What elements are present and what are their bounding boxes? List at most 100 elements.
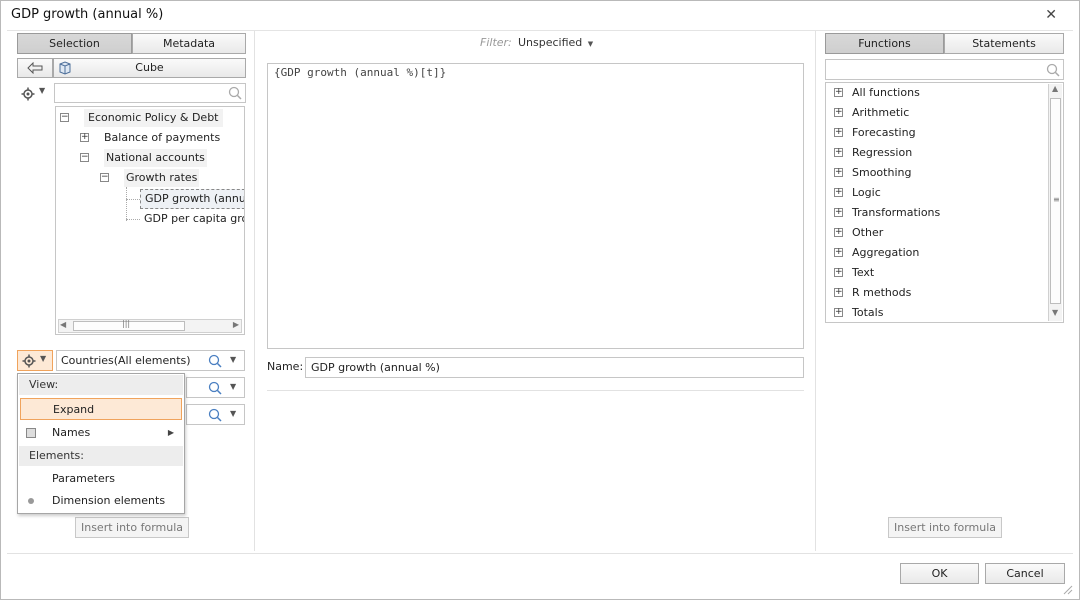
cube-icon: [59, 61, 71, 75]
functions-search-input[interactable]: [825, 59, 1064, 80]
tree-node-label: GDP growth (annual: [145, 192, 245, 205]
search-icon[interactable]: [208, 354, 222, 368]
chevron-down-icon: ▼: [39, 86, 46, 95]
menu-item-label: Names: [52, 426, 91, 439]
close-icon[interactable]: ✕: [1045, 7, 1057, 23]
tree-node-label: GDP per capita grow: [144, 212, 244, 225]
filter-dropdown[interactable]: Unspecified ▼: [518, 36, 593, 49]
scroll-left-icon[interactable]: ◀: [60, 320, 66, 329]
collapse-icon[interactable]: −: [100, 173, 109, 182]
menu-item-label: Dimension elements: [52, 494, 166, 507]
expand-icon[interactable]: +: [834, 288, 843, 297]
name-label: Name:: [267, 360, 304, 373]
expand-icon[interactable]: +: [834, 168, 843, 177]
tree-node-gdp-growth[interactable]: GDP growth (annual: [140, 189, 245, 209]
chevron-down-icon[interactable]: ▼: [230, 355, 236, 364]
formula-text: {GDP growth (annual %)[t]}: [274, 66, 447, 79]
expand-icon[interactable]: +: [834, 208, 843, 217]
search-icon[interactable]: [208, 381, 222, 395]
settings-menu: View: Expand Names ▶ Elements: Parameter…: [17, 373, 185, 514]
menu-item-expand[interactable]: Expand: [20, 398, 182, 420]
tree-node-label: Economic Policy & Debt: [84, 109, 223, 127]
search-icon[interactable]: [208, 408, 222, 422]
checkbox-icon: [26, 428, 36, 438]
settings-dropdown-top[interactable]: ▼: [21, 86, 51, 102]
dimension-field-text: Countries(All elements): [61, 354, 191, 367]
filter-value: Unspecified: [518, 36, 583, 49]
scroll-down-icon[interactable]: ▼: [1052, 308, 1058, 317]
tab-functions[interactable]: Functions: [825, 33, 944, 54]
formula-editor[interactable]: {GDP growth (annual %)[t]}: [267, 63, 804, 349]
vertical-scrollbar[interactable]: ▲ ≡ ▼: [1048, 84, 1062, 321]
ok-button[interactable]: OK: [900, 563, 979, 584]
menu-item-parameters[interactable]: Parameters: [20, 468, 182, 490]
expand-icon[interactable]: +: [834, 88, 843, 97]
chevron-down-icon: ▼: [40, 354, 47, 363]
functions-list: + All functions + Arithmetic + Forecasting …: [825, 82, 1064, 323]
insert-into-formula-right-button[interactable]: Insert into formula: [888, 517, 1002, 538]
grip-icon: ≡: [1053, 195, 1060, 204]
collapse-icon[interactable]: −: [80, 153, 89, 162]
expand-icon[interactable]: +: [80, 133, 89, 142]
expand-icon[interactable]: +: [834, 188, 843, 197]
tree-node-label: Balance of payments: [104, 131, 221, 144]
scroll-right-icon[interactable]: ▶: [233, 320, 239, 329]
expand-icon[interactable]: +: [834, 148, 843, 157]
expand-icon[interactable]: +: [834, 108, 843, 117]
dimension-field-2[interactable]: ▼: [186, 377, 245, 398]
grip-icon: |||: [122, 319, 131, 328]
menu-header-view: View:: [19, 375, 183, 395]
expand-icon[interactable]: +: [834, 228, 843, 237]
tab-metadata[interactable]: Metadata: [132, 33, 246, 54]
tab-selection[interactable]: Selection: [17, 33, 132, 54]
expand-icon[interactable]: +: [834, 248, 843, 257]
dimension-field-3[interactable]: ▼: [186, 404, 245, 425]
tree-search-input[interactable]: [54, 83, 246, 103]
metadata-tree: − Economic Policy & Debt + Balance of pa…: [55, 106, 245, 335]
collapse-icon[interactable]: −: [60, 113, 69, 122]
filter-label: Filter:: [480, 36, 512, 49]
tree-connector: [126, 219, 140, 220]
chevron-right-icon: ▶: [167, 428, 174, 437]
radio-dot-icon: [28, 498, 34, 504]
dialog-title: GDP growth (annual %): [11, 7, 164, 22]
scrollbar-thumb[interactable]: ≡: [1050, 98, 1061, 304]
horizontal-scrollbar[interactable]: ◀ ||| ▶: [58, 319, 242, 333]
search-icon: [228, 86, 242, 100]
gear-icon: [22, 354, 36, 368]
name-input-value: GDP growth (annual %): [311, 361, 440, 374]
left-divider: [254, 31, 255, 551]
title-divider: [7, 30, 1073, 31]
right-divider: [815, 31, 816, 551]
menu-header-elements: Elements:: [19, 446, 183, 466]
settings-dropdown-button[interactable]: ▼: [17, 350, 53, 371]
tab-statements[interactable]: Statements: [944, 33, 1064, 54]
expand-icon[interactable]: +: [834, 308, 843, 317]
resize-grip-icon[interactable]: [1063, 585, 1073, 595]
menu-item-names[interactable]: Names ▶: [20, 422, 182, 444]
menu-item-dimension-elements[interactable]: Dimension elements: [20, 490, 182, 512]
tree-node-label: Growth rates: [124, 169, 200, 187]
search-icon: [1046, 63, 1060, 77]
scroll-up-icon[interactable]: ▲: [1052, 84, 1058, 93]
name-input[interactable]: GDP growth (annual %): [305, 357, 804, 378]
insert-into-formula-left-button[interactable]: Insert into formula: [75, 517, 189, 538]
tree-connector: [126, 187, 127, 221]
back-button[interactable]: [17, 58, 53, 78]
chevron-down-icon: ▼: [587, 40, 594, 48]
cancel-button[interactable]: Cancel: [985, 563, 1065, 584]
dialog-window: GDP growth (annual %) ✕ Selection Metada…: [0, 0, 1080, 600]
scrollbar-thumb[interactable]: |||: [73, 319, 185, 331]
chevron-down-icon[interactable]: ▼: [230, 409, 236, 418]
dimension-field-countries[interactable]: Countries(All elements) ▼: [56, 350, 245, 371]
back-arrow-icon: [27, 62, 43, 74]
chevron-down-icon[interactable]: ▼: [230, 382, 236, 391]
cube-button[interactable]: Cube: [53, 58, 246, 78]
tree-node-label: National accounts: [104, 149, 207, 167]
center-divider: [267, 390, 804, 391]
footer-divider: [7, 553, 1073, 554]
gear-icon: [21, 87, 35, 101]
expand-icon[interactable]: +: [834, 128, 843, 137]
cube-button-label: Cube: [135, 61, 164, 74]
expand-icon[interactable]: +: [834, 268, 843, 277]
